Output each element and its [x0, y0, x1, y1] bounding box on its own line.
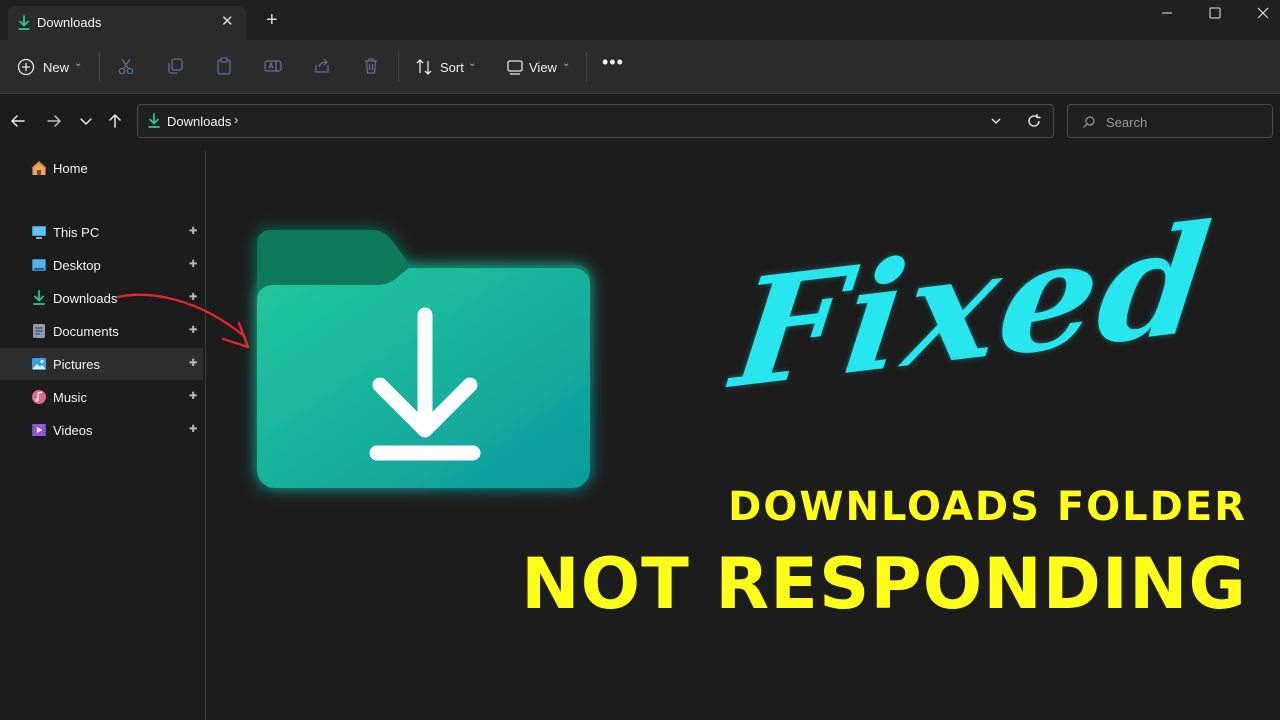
sidebar-item-music[interactable]: Music ✚	[0, 381, 203, 413]
breadcrumb-downloads[interactable]: Downloads	[167, 114, 231, 129]
new-tab-button[interactable]: +	[266, 10, 278, 30]
command-bar: New ⌄ Sort ⌄ View ⌄ •••	[0, 40, 1280, 94]
headline-line-1: DOWNLOADS FOLDER	[728, 484, 1247, 530]
toolbar-divider	[99, 52, 100, 82]
copy-icon[interactable]	[165, 56, 185, 76]
sort-button[interactable]: Sort ⌄	[414, 56, 484, 78]
pictures-icon	[32, 358, 46, 370]
sidebar-item-label: Music	[53, 390, 87, 405]
search-box[interactable]	[1067, 104, 1273, 138]
address-history-chevron-icon[interactable]	[988, 113, 1004, 129]
sidebar-item-this-pc[interactable]: This PC ✚	[0, 216, 203, 248]
share-icon[interactable]	[312, 56, 332, 76]
desktop-icon	[32, 259, 46, 271]
delete-icon[interactable]	[361, 56, 381, 76]
chevron-down-icon: ⌄	[468, 58, 477, 69]
toolbar-divider	[586, 52, 587, 82]
tab-close-icon[interactable]: ✕	[221, 13, 234, 31]
close-window-icon[interactable]	[1254, 4, 1272, 22]
maximize-icon[interactable]	[1206, 4, 1224, 22]
add-circle-icon	[17, 58, 35, 76]
videos-icon	[32, 424, 46, 436]
sidebar-item-label: This PC	[53, 225, 100, 240]
back-arrow-icon[interactable]	[8, 111, 28, 131]
recent-locations-chevron-icon[interactable]	[76, 111, 96, 131]
download-icon	[18, 15, 30, 30]
downloads-folder-icon	[257, 230, 590, 488]
pin-icon[interactable]: ✚	[189, 259, 197, 270]
toolbar-divider	[398, 52, 399, 82]
home-icon	[31, 160, 47, 175]
minimize-icon[interactable]	[1158, 4, 1176, 22]
more-options-button[interactable]: •••	[602, 52, 624, 73]
rename-icon[interactable]	[263, 56, 283, 76]
paste-icon[interactable]	[214, 56, 234, 76]
sidebar-item-label: Desktop	[53, 258, 101, 273]
pin-icon[interactable]: ✚	[189, 424, 197, 435]
view-button[interactable]: View ⌄	[505, 56, 575, 78]
sidebar-item-videos[interactable]: Videos ✚	[0, 414, 203, 446]
pane-divider[interactable]	[205, 150, 206, 720]
monitor-icon	[32, 226, 46, 239]
sidebar-item-label: Home	[53, 161, 88, 176]
chevron-down-icon: ⌄	[74, 58, 83, 69]
view-icon	[507, 60, 523, 75]
sidebar-item-label: Pictures	[53, 357, 100, 372]
forward-arrow-icon[interactable]	[44, 111, 64, 131]
music-icon	[32, 390, 46, 404]
documents-icon	[33, 324, 45, 338]
sidebar-item-desktop[interactable]: Desktop ✚	[0, 249, 203, 281]
download-icon	[148, 113, 160, 128]
fixed-script-title: Fixed	[724, 191, 1221, 423]
download-icon	[33, 290, 45, 305]
search-icon	[1083, 116, 1095, 128]
title-bar: Downloads ✕ +	[0, 0, 1280, 40]
tab-title: Downloads	[37, 15, 102, 30]
sort-label: Sort	[440, 60, 464, 75]
sidebar-item-label: Downloads	[53, 291, 118, 306]
cut-icon[interactable]	[116, 56, 136, 76]
navigation-pane: Home This PC ✚ Desktop ✚ Downloads ✚ Doc…	[0, 150, 206, 720]
sort-icon	[416, 59, 432, 75]
chevron-down-icon: ⌄	[562, 58, 571, 69]
new-label: New	[43, 60, 70, 75]
view-label: View	[529, 60, 557, 75]
sidebar-item-label: Videos	[53, 423, 93, 438]
breadcrumb-chevron-icon[interactable]: ›	[234, 112, 238, 127]
sidebar-item-home[interactable]: Home	[0, 152, 203, 184]
tab-downloads[interactable]: Downloads ✕	[8, 6, 246, 40]
search-input[interactable]	[1106, 113, 1266, 131]
refresh-icon[interactable]	[1026, 113, 1042, 129]
headline-line-2: NOT RESPONDING	[521, 543, 1247, 625]
address-bar[interactable]: Downloads ›	[137, 104, 1054, 138]
pin-icon[interactable]: ✚	[189, 226, 197, 237]
up-arrow-icon[interactable]	[105, 111, 125, 131]
pin-icon[interactable]: ✚	[189, 391, 197, 402]
sidebar-item-label: Documents	[53, 324, 119, 339]
